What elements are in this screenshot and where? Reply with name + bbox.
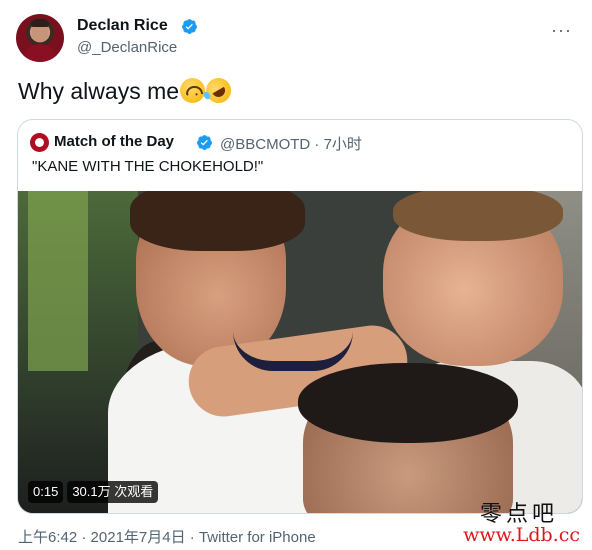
video-player-1-hair [130, 191, 305, 251]
quoted-handle-line: @BBCMOTD · 7小时 [220, 133, 362, 154]
author-handle[interactable]: @_DeclanRice [77, 39, 177, 56]
verified-badge-icon [182, 19, 197, 34]
avatar[interactable] [16, 14, 64, 62]
verified-badge-icon [197, 135, 212, 150]
tweet-footer: 上午6:42 · 2021年7月4日 · Twitter for iPhone [18, 526, 316, 547]
tweet-timestamp-link[interactable]: 上午6:42 · 2021年7月4日 [18, 529, 186, 546]
video-info-badges: 0:15 30.1万 次观看 [28, 481, 159, 503]
tweet-header: Declan Rice @_DeclanRice ··· [16, 14, 576, 62]
watermark-bottom: www.Ldb.cc [463, 524, 580, 546]
tweet-body: Why always me [18, 78, 180, 104]
footer-separator-2: · [185, 529, 199, 546]
tweet-text: Why always me [18, 73, 236, 108]
footer-separator-1: · [77, 529, 91, 546]
video-player-3-hair [298, 363, 518, 443]
avatar-hair [31, 19, 49, 27]
tweet-time: 上午6:42 [18, 529, 78, 546]
quoted-tweet-text: "KANE WITH THE CHOKEHOLD!" [32, 158, 264, 175]
video-duration: 0:15 [28, 481, 64, 503]
upside-down-face-emoji-icon [180, 78, 206, 103]
quoted-handle: @BBCMOTD [220, 136, 311, 153]
rolling-on-floor-laughing-emoji-icon [201, 73, 236, 108]
quoted-time: 7小时 [323, 136, 362, 153]
tweet-source-link[interactable]: Twitter for iPhone [199, 529, 316, 546]
avatar-shirt [22, 44, 58, 62]
tweet-date: 2021年7月4日 [90, 529, 186, 546]
author-display-name[interactable]: Declan Rice [77, 17, 168, 35]
quoted-separator: · [314, 136, 320, 153]
more-options-icon[interactable]: ··· [551, 20, 572, 41]
quoted-tweet-header: Match of the Day @BBCMOTD · 7小时 [30, 131, 570, 153]
quoted-tweet-card[interactable]: Match of the Day @BBCMOTD · 7小时 "KANE WI… [17, 119, 583, 514]
site-watermark: 零点吧 www.Ldb.cc [462, 496, 580, 548]
video-player-2-hair [393, 191, 563, 241]
quoted-display-name: Match of the Day [54, 133, 175, 150]
video-player[interactable]: 0:15 30.1万 次观看 [18, 191, 582, 513]
bbc-motd-avatar [30, 133, 49, 152]
video-bg-green [28, 191, 88, 371]
video-view-count: 30.1万 次观看 [67, 481, 159, 503]
